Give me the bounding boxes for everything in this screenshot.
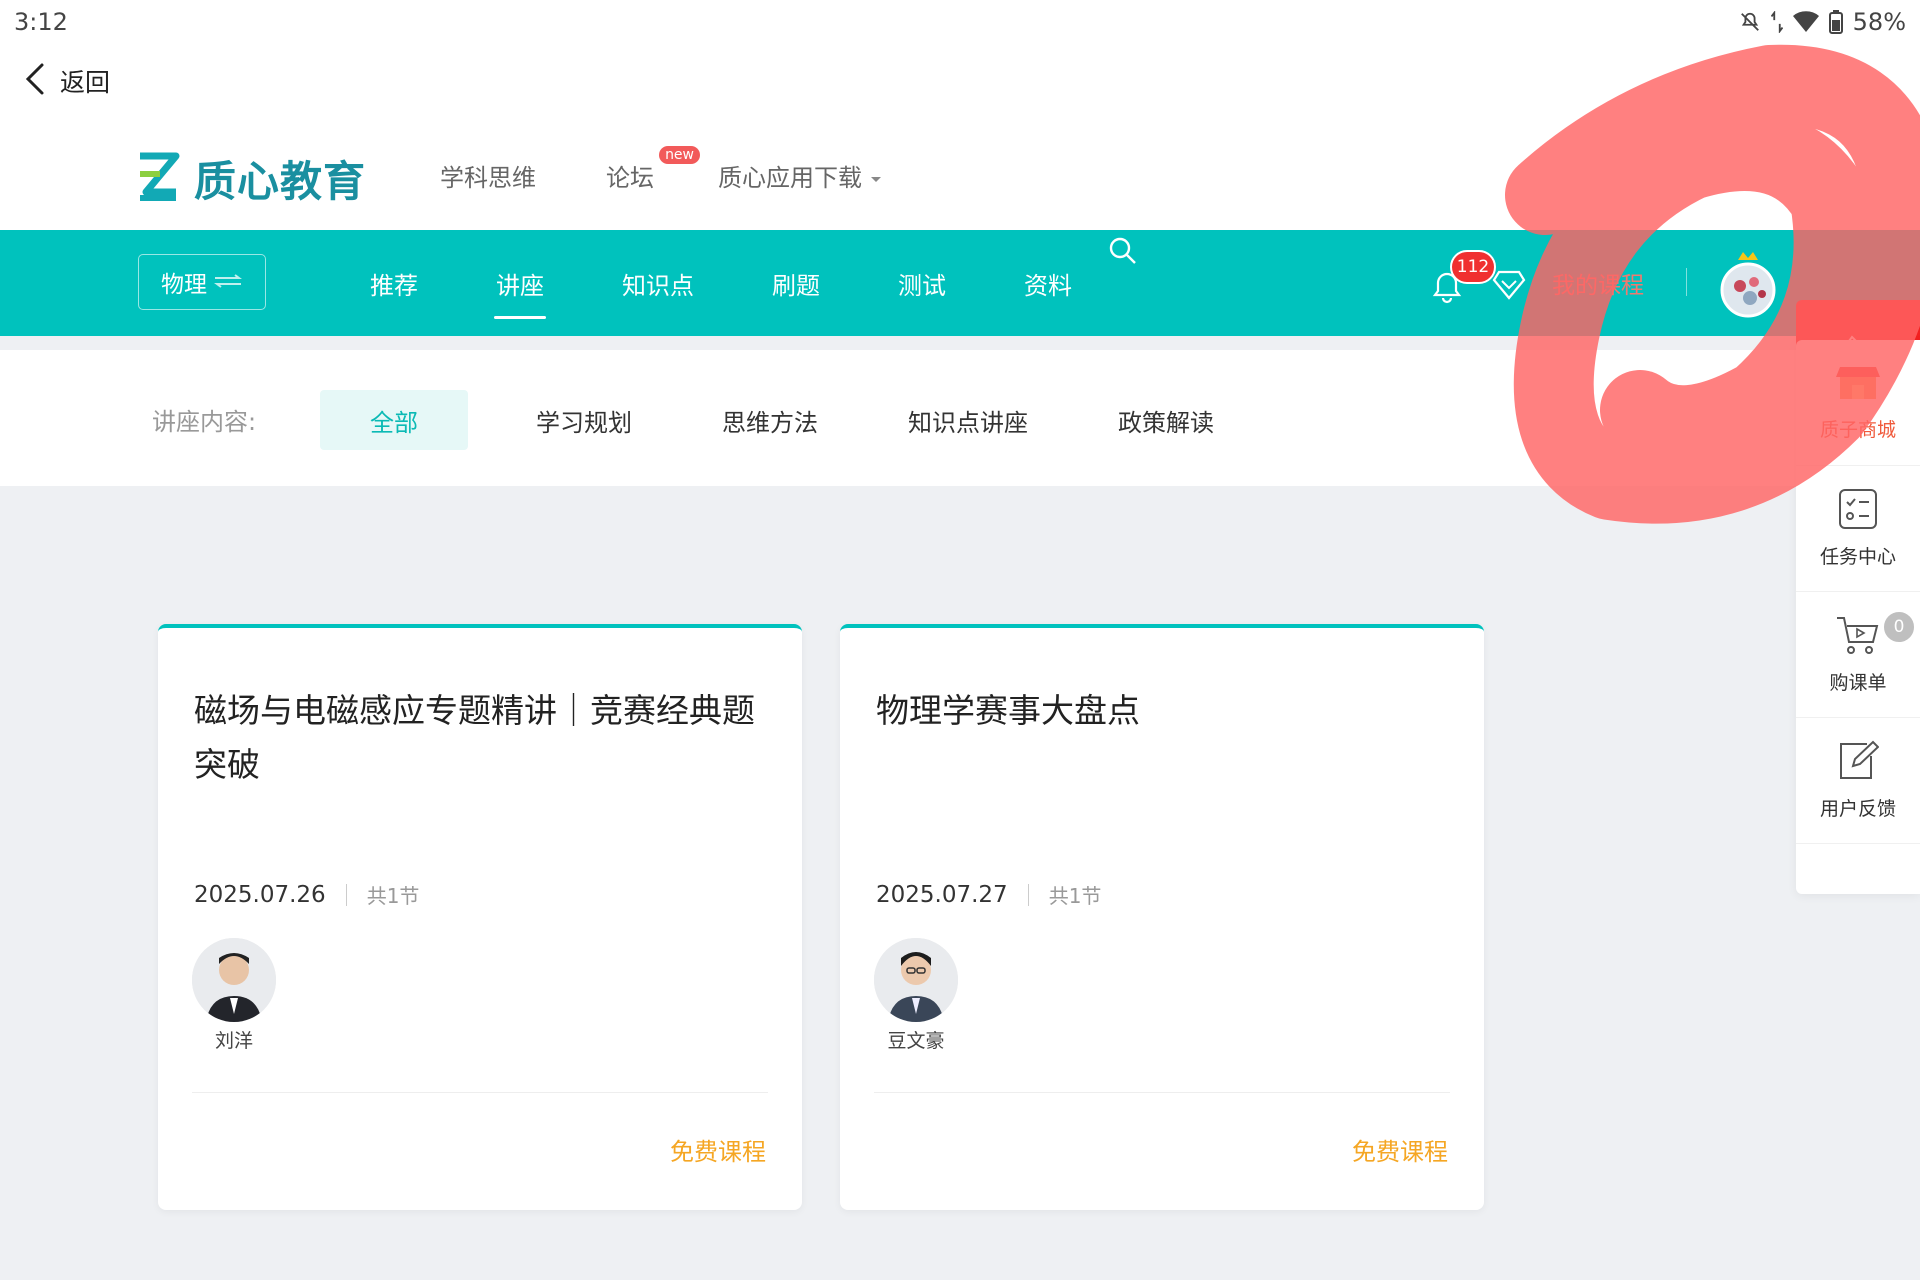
teacher-name: 刘洋 xyxy=(214,1030,253,1052)
course-meta: 2025.07.27 共1节 xyxy=(876,880,1101,909)
filter-bar: 讲座内容: 全部 学习规划 思维方法 知识点讲座 政策解读 xyxy=(0,350,1920,486)
floating-side-panel: 质子商城 任务中心 购课单 0 用户反馈 xyxy=(1796,340,1920,894)
top-nav-app-download[interactable]: 质心应用下载 xyxy=(718,158,882,193)
main-nav: 物理 推荐 讲座 知识点 刷题 测试 资料 我的课程 xyxy=(0,230,1920,336)
status-bar: 3:12 58% xyxy=(0,0,1920,44)
filter-knowledge-lecture[interactable]: 知识点讲座 xyxy=(908,403,1028,438)
free-course-tag: 免费课程 xyxy=(670,1138,766,1166)
course-date: 2025.07.26 xyxy=(194,881,326,908)
user-avatar[interactable] xyxy=(1720,248,1776,318)
logo-text: 质心教育 xyxy=(194,157,367,206)
battery-icon xyxy=(1828,10,1843,34)
site-header: 质心教育 学科思维 论坛 new 质心应用下载 xyxy=(0,120,1920,230)
side-item-task-center[interactable]: 任务中心 xyxy=(1796,466,1920,592)
my-course-link[interactable]: 我的课程 xyxy=(1552,266,1644,300)
site-logo[interactable]: 质心教育 xyxy=(136,148,366,209)
filter-options: 全部 学习规划 思维方法 知识点讲座 政策解读 xyxy=(320,390,1304,450)
teacher-avatar xyxy=(874,938,958,1022)
nav-tabs: 推荐 讲座 知识点 刷题 测试 资料 xyxy=(370,266,1150,319)
side-item-feedback-label: 用户反馈 xyxy=(1819,798,1896,820)
side-item-cart-label: 购课单 xyxy=(1829,672,1887,694)
tab-lecture[interactable]: 讲座 xyxy=(494,266,546,319)
course-meta: 2025.07.26 共1节 xyxy=(194,880,419,909)
subject-label: 物理 xyxy=(161,272,207,298)
tab-knowledge-point[interactable]: 知识点 xyxy=(622,266,694,301)
meta-separator xyxy=(1027,883,1029,906)
side-item-cart[interactable]: 购课单 0 xyxy=(1796,592,1920,718)
feedback-icon xyxy=(1837,740,1880,786)
course-lesson-count: 共1节 xyxy=(1048,884,1102,908)
back-label: 返回 xyxy=(60,68,111,97)
course-card-list: 磁场与电磁感应专题精讲｜竞赛经典题突破 2025.07.26 共1节 刘洋 免费… xyxy=(158,624,1484,1210)
filter-thinking-methods[interactable]: 思维方法 xyxy=(722,403,818,438)
chevron-left-icon xyxy=(24,62,46,100)
status-icons: 58% xyxy=(1739,8,1906,36)
top-nav-subject-thinking[interactable]: 学科思维 xyxy=(440,158,536,193)
card-divider xyxy=(192,1092,768,1093)
top-nav-forum[interactable]: 论坛 new xyxy=(606,146,700,193)
top-nav-forum-label: 论坛 xyxy=(606,164,654,192)
cart-count-badge: 0 xyxy=(1882,610,1916,644)
free-course-tag: 免费课程 xyxy=(1352,1138,1448,1166)
tab-recommend[interactable]: 推荐 xyxy=(370,266,418,301)
course-lesson-count: 共1节 xyxy=(366,884,420,908)
diamond-icon[interactable] xyxy=(1492,270,1526,304)
logo-z-icon xyxy=(136,152,180,206)
side-item-feedback[interactable]: 用户反馈 xyxy=(1796,718,1920,844)
side-item-shop[interactable]: 质子商城 xyxy=(1796,340,1920,466)
top-nav: 学科思维 论坛 new 质心应用下载 xyxy=(440,146,952,193)
task-icon xyxy=(1838,488,1878,534)
switch-arrows-icon xyxy=(213,269,243,295)
meta-separator xyxy=(345,883,347,906)
back-button[interactable]: 返回 xyxy=(24,62,110,100)
status-time: 3:12 xyxy=(14,8,68,36)
filter-all[interactable]: 全部 xyxy=(320,390,468,450)
back-bar: 返回 xyxy=(0,44,1920,120)
side-item-shop-label: 质子商城 xyxy=(1819,419,1896,441)
top-nav-app-download-label: 质心应用下载 xyxy=(718,164,862,192)
battery-percent: 58% xyxy=(1852,8,1906,36)
tab-materials[interactable]: 资料 xyxy=(1024,266,1072,301)
tab-test[interactable]: 测试 xyxy=(898,266,946,301)
search-icon[interactable] xyxy=(1108,236,1138,270)
crown-icon xyxy=(1738,252,1758,260)
teacher-avatar xyxy=(192,938,276,1022)
course-date: 2025.07.27 xyxy=(876,881,1008,908)
shop-icon xyxy=(1836,363,1880,407)
teacher[interactable]: 豆文豪 xyxy=(874,938,958,1053)
tab-practice[interactable]: 刷题 xyxy=(772,266,820,301)
nav-divider xyxy=(1686,268,1687,296)
wifi-icon xyxy=(1792,11,1819,33)
course-title: 磁场与电磁感应专题精讲｜竞赛经典题突破 xyxy=(194,691,755,784)
teacher-name: 豆文豪 xyxy=(887,1030,945,1052)
new-badge: new xyxy=(659,146,700,164)
course-card[interactable]: 磁场与电磁感应专题精讲｜竞赛经典题突破 2025.07.26 共1节 刘洋 免费… xyxy=(158,624,802,1210)
side-item-task-label: 任务中心 xyxy=(1819,546,1896,568)
data-arrows-icon xyxy=(1770,11,1783,33)
mute-icon xyxy=(1739,11,1761,33)
cart-icon xyxy=(1835,614,1881,660)
filter-policy[interactable]: 政策解读 xyxy=(1118,403,1214,438)
course-title: 物理学赛事大盘点 xyxy=(876,691,1140,730)
filter-study-planning[interactable]: 学习规划 xyxy=(536,403,632,438)
notification-badge: 112 xyxy=(1450,250,1496,284)
teacher[interactable]: 刘洋 xyxy=(192,938,276,1053)
subject-switch-button[interactable]: 物理 xyxy=(138,254,266,310)
course-card[interactable]: 物理学赛事大盘点 2025.07.27 共1节 豆文豪 免费课程 xyxy=(840,624,1484,1210)
card-divider xyxy=(874,1092,1450,1093)
caret-down-icon xyxy=(870,162,882,190)
filter-label: 讲座内容: xyxy=(152,408,257,436)
